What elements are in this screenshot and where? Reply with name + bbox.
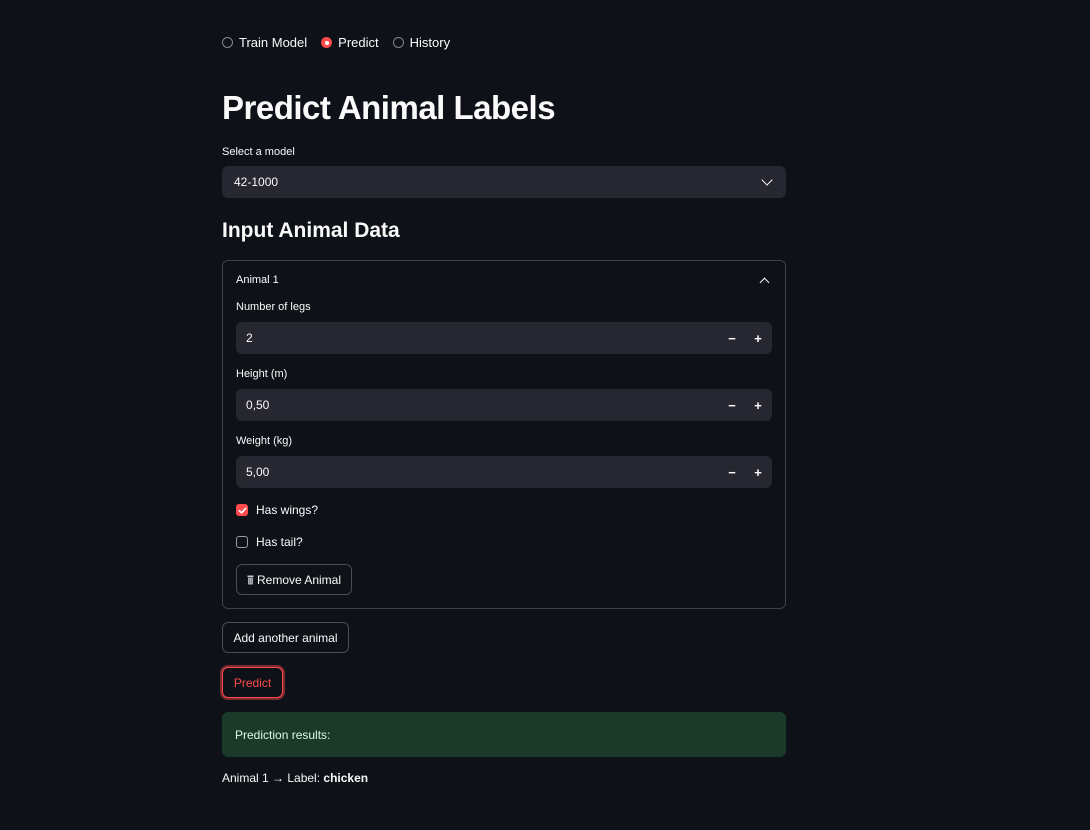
result-label-value: chicken (323, 771, 369, 785)
prediction-results-text: Prediction results: (235, 727, 331, 742)
model-select-value: 42-1000 (234, 175, 279, 189)
weight-value[interactable]: 5,00 (236, 465, 719, 479)
expander-title: Animal 1 (236, 274, 279, 286)
has-tail-checkbox[interactable]: Has tail? (236, 535, 303, 549)
minus-icon[interactable]: − (719, 456, 745, 488)
check-icon (236, 504, 248, 516)
radio-icon (392, 37, 404, 48)
chevron-down-icon (761, 174, 773, 186)
radio-label: Train Model (239, 35, 308, 50)
height-input: 0,50 − + (236, 389, 772, 421)
trash-icon (247, 575, 254, 585)
section-heading: Input Animal Data (222, 219, 400, 242)
height-value[interactable]: 0,50 (236, 398, 719, 412)
page-title: Predict Animal Labels (222, 89, 556, 126)
remove-animal-label: Remove Animal (256, 572, 342, 587)
minus-icon[interactable]: − (719, 322, 745, 354)
legs-value[interactable]: 2 (236, 331, 719, 345)
radio-train-model[interactable]: Train Model (222, 35, 307, 50)
radio-label: Predict (338, 35, 379, 50)
plus-icon[interactable]: + (745, 389, 771, 421)
radio-selected-icon (321, 37, 333, 48)
height-label: Height (m) (236, 368, 288, 380)
chevron-up-icon (759, 277, 770, 287)
legs-label: Number of legs (236, 301, 311, 313)
plus-icon[interactable]: + (745, 456, 771, 488)
model-select-label: Select a model (222, 146, 295, 158)
weight-label: Weight (kg) (236, 435, 293, 447)
prediction-results-box: Prediction results: (222, 712, 786, 757)
predict-button[interactable]: Predict (222, 667, 283, 698)
app-page: Train Model Predict History Predict Anim… (0, 0, 1090, 830)
legs-input: 2 − + (236, 322, 772, 354)
model-select[interactable]: 42-1000 (222, 166, 786, 198)
radio-history[interactable]: History (392, 35, 451, 50)
prediction-result-line: Animal 1 → Label: chicken (222, 771, 368, 785)
plus-icon[interactable]: + (745, 322, 771, 354)
add-animal-button[interactable]: Add another animal (222, 622, 349, 653)
remove-animal-button[interactable]: Remove Animal (236, 564, 352, 595)
result-prefix: Animal 1 → Label: (222, 771, 324, 785)
radio-label: History (409, 35, 451, 50)
expander-header[interactable]: Animal 1 (223, 261, 785, 299)
page-nav-radio: Train Model Predict History (222, 35, 450, 50)
animal-expander: Animal 1 Number of legs 2 − + Height (m)… (222, 260, 786, 609)
weight-input: 5,00 − + (236, 456, 772, 488)
has-tail-label: Has tail? (256, 535, 303, 549)
radio-icon (222, 37, 233, 48)
radio-predict[interactable]: Predict (321, 35, 379, 50)
minus-icon[interactable]: − (719, 389, 745, 421)
has-wings-checkbox[interactable]: Has wings? (236, 503, 318, 517)
checkbox-empty-icon (236, 536, 248, 548)
has-wings-label: Has wings? (256, 503, 319, 517)
